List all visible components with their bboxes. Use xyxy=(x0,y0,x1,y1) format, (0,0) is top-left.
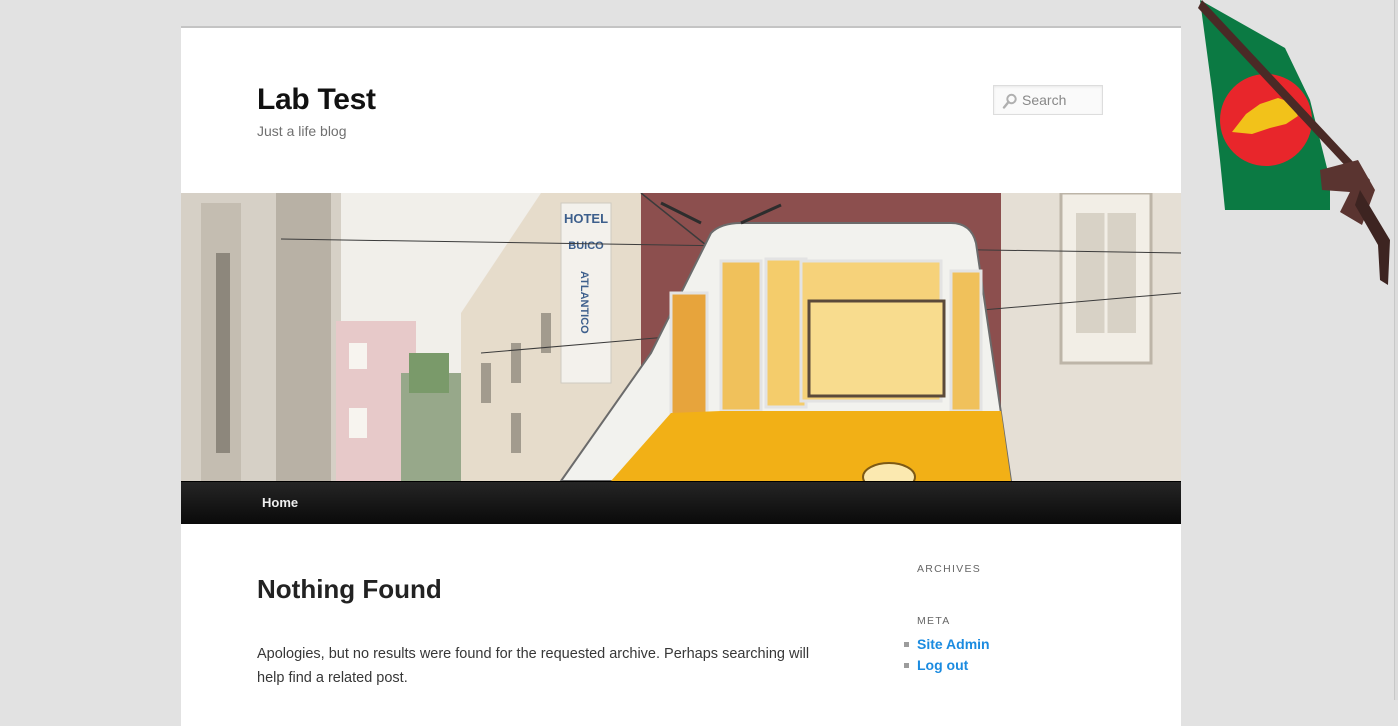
widget-title-meta: Meta xyxy=(917,615,951,627)
list-item: Site Admin xyxy=(901,634,990,655)
widget-title-archives: Archives xyxy=(917,563,982,575)
hotel-sign-line2: BUICO xyxy=(568,240,604,252)
page-container: Lab Test Just a life blog Search HOTEL B… xyxy=(181,26,1181,726)
header-image[interactable]: HOTEL BUICO ATLANTICO xyxy=(181,193,1181,481)
flag-overlay-image xyxy=(1198,0,1390,285)
site-title[interactable]: Lab Test xyxy=(257,80,376,120)
hotel-sign-line1: HOTEL xyxy=(564,211,608,226)
search-form[interactable] xyxy=(993,85,1103,115)
tram-street-photo: HOTEL BUICO ATLANTICO xyxy=(181,193,1181,481)
list-item: Log out xyxy=(901,655,990,676)
hotel-sign-line3: ATLANTICO xyxy=(578,271,590,334)
square-bullet-icon xyxy=(904,642,909,647)
nav-item-home[interactable]: Home xyxy=(262,494,298,512)
entry-content: Apologies, but no results were found for… xyxy=(257,646,810,686)
site-title-text[interactable]: Lab Test xyxy=(257,83,376,116)
site-admin-link[interactable]: Site Admin xyxy=(917,636,990,652)
main-navigation: Home xyxy=(181,481,1181,524)
square-bullet-icon xyxy=(904,663,909,668)
page-title: Nothing Found xyxy=(257,574,442,604)
meta-link-list: Site Admin Log out xyxy=(901,634,990,676)
search-input[interactable] xyxy=(1022,90,1098,110)
scrollbar[interactable] xyxy=(1394,0,1398,700)
site-tagline: Just a life blog xyxy=(257,123,347,139)
log-out-link[interactable]: Log out xyxy=(917,657,968,673)
search-icon xyxy=(1002,93,1017,109)
